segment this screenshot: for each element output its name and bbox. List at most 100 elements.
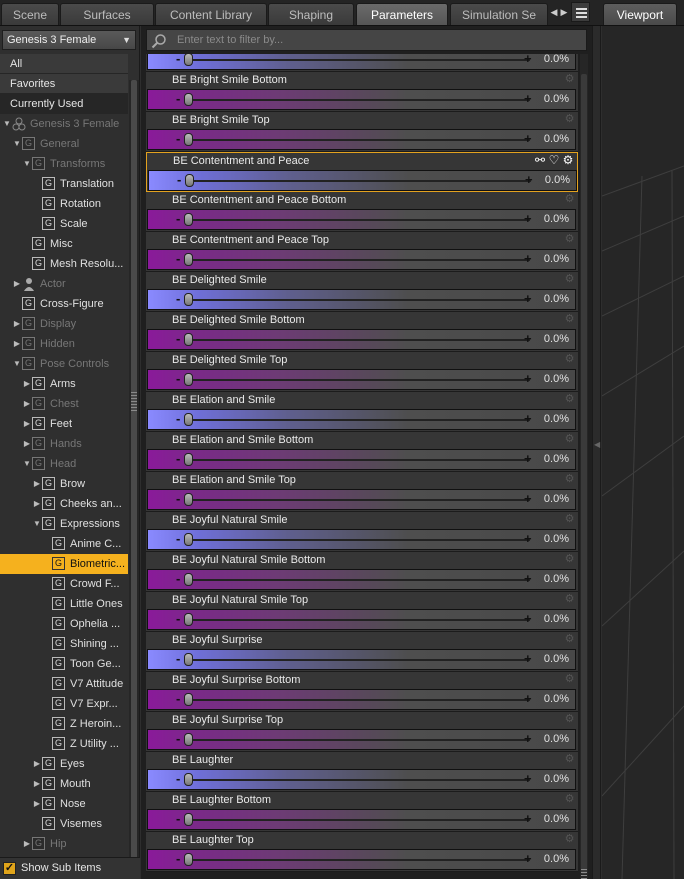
increment-button[interactable]: + [524,811,532,827]
tree-node-hip[interactable]: ▶ G Hip [0,834,128,854]
tree-node-biometric[interactable]: G Biometric... [0,554,128,574]
tab-simulation-settings[interactable]: Simulation Se [450,3,548,25]
decrement-button[interactable]: - [176,732,180,746]
parameter-row[interactable]: BE Laughter Top ⚙ - +0.0% [146,832,578,872]
collapse-arrow-icon[interactable]: ▶ [22,374,32,394]
value-slider[interactable]: - +0.0% [147,249,576,270]
expand-arrow-icon[interactable]: ▼ [12,354,22,374]
tree-node-v7-attitude[interactable]: G V7 Attitude [0,674,128,694]
tree-node-crowd[interactable]: G Crowd F... [0,574,128,594]
tree-node-actor[interactable]: ▶ Actor [0,274,128,294]
slider-handle[interactable] [184,253,193,266]
gear-icon[interactable]: ⚙ [564,474,575,485]
expand-arrow-icon[interactable]: ▼ [22,154,32,174]
value-slider[interactable]: - +0.0% [147,289,576,310]
gear-icon[interactable]: ⚙ [564,114,575,125]
tree-node-hidden[interactable]: ▶ G Hidden [0,334,128,354]
tree-node-v7-expressions[interactable]: G V7 Expr... [0,694,128,714]
decrement-button[interactable]: - [176,252,180,266]
tree-node-ophelia[interactable]: G Ophelia ... [0,614,128,634]
parameter-value[interactable]: 0.0% [544,213,569,225]
parameter-value[interactable]: 0.0% [544,533,569,545]
scrollbar-thumb[interactable] [581,74,587,874]
value-slider[interactable]: - +0.0% [147,329,576,350]
search-input[interactable] [177,32,577,48]
tree-node-nose[interactable]: ▶ G Nose [0,794,128,814]
parameter-value[interactable]: 0.0% [544,453,569,465]
value-slider[interactable]: - +0.0% [147,569,576,590]
increment-button[interactable]: + [524,331,532,347]
parameter-row[interactable]: BE Delighted Smile Bottom ⚙ - +0.0% [146,312,578,352]
increment-button[interactable]: + [524,731,532,747]
slider-handle[interactable] [184,54,193,66]
tree-node-transforms[interactable]: ▼ G Transforms [0,154,128,174]
slider-handle[interactable] [184,293,193,306]
parameter-value[interactable]: 0.0% [544,493,569,505]
value-slider[interactable]: - +0.0% [147,89,576,110]
tab-viewport[interactable]: Viewport [603,3,677,25]
tree-node-mesh-resolution[interactable]: G Mesh Resolu... [0,254,128,274]
gear-icon[interactable]: ⚙ [564,714,575,725]
increment-button[interactable]: + [524,851,532,867]
decrement-button[interactable]: - [176,652,180,666]
tab-content-library[interactable]: Content Library [155,3,267,25]
parameter-row[interactable]: BE Elation and Smile Top ⚙ - +0.0% [146,472,578,512]
slider-handle[interactable] [184,533,193,546]
tree-node-arms[interactable]: ▶ G Arms [0,374,128,394]
gear-icon[interactable]: ⚙ [561,154,575,167]
gear-icon[interactable]: ⚙ [564,634,575,645]
parameter-row[interactable]: BE Laughter Bottom ⚙ - +0.0% [146,792,578,832]
gear-icon[interactable]: ⚙ [564,594,575,605]
collapse-arrow-icon[interactable]: ▶ [32,774,42,794]
favorite-heart-icon[interactable]: ♡ [547,154,561,167]
value-slider[interactable]: - +0.0% [147,409,576,430]
collapse-arrow-icon[interactable]: ▶ [22,414,32,434]
tree-node-translation[interactable]: G Translation [0,174,128,194]
gear-icon[interactable]: ⚙ [564,434,575,445]
parameter-value[interactable]: 0.0% [545,174,570,186]
tree-node-visemes[interactable]: G Visemes [0,814,128,834]
collapse-arrow-icon[interactable]: ▶ [12,274,22,294]
tab-surfaces[interactable]: Surfaces [60,3,154,25]
gear-icon[interactable]: ⚙ [564,274,575,285]
tree-node-scale[interactable]: G Scale [0,214,128,234]
tree-node-misc[interactable]: G Misc [0,234,128,254]
tree-node-little-ones[interactable]: G Little Ones [0,594,128,614]
tree-node-mouth[interactable]: ▶ G Mouth [0,774,128,794]
parameter-value[interactable]: 0.0% [544,693,569,705]
parameter-value[interactable]: 0.0% [544,133,569,145]
slider-handle[interactable] [184,213,193,226]
figure-select[interactable]: Genesis 3 Female ▼ [2,30,136,50]
decrement-button[interactable]: - [176,492,180,506]
value-slider[interactable]: - +0.0% [147,609,576,630]
slider-handle[interactable] [184,613,193,626]
decrement-button[interactable]: - [176,452,180,466]
tree-node-general[interactable]: ▼ G General [0,134,128,154]
value-slider[interactable]: - +0.0% [147,209,576,230]
slider-handle[interactable] [185,174,194,187]
parameter-row[interactable]: BE Joyful Natural Smile Top ⚙ - +0.0% [146,592,578,632]
gear-icon[interactable]: ⚙ [564,674,575,685]
tree-node-feet[interactable]: ▶ G Feet [0,414,128,434]
checkbox-checked-icon[interactable]: ✓ [3,862,16,875]
tree-node-cross-figure[interactable]: G Cross-Figure [0,294,128,314]
slider-handle[interactable] [184,373,193,386]
collapse-arrow-icon[interactable]: ▶ [12,334,22,354]
decrement-button[interactable]: - [176,132,180,146]
expand-arrow-icon[interactable]: ▼ [12,134,22,154]
slider-handle[interactable] [184,813,193,826]
value-slider[interactable]: - + 0.0% [147,54,576,70]
gear-icon[interactable]: ⚙ [564,554,575,565]
link-icon[interactable]: ⚯ [533,154,547,167]
parameter-row[interactable]: BE Contentment and Peace ⚯ ♡ ⚙ - +0.0% [146,152,578,192]
increment-button[interactable]: + [524,571,532,587]
show-sub-items[interactable]: ✓ Show Sub Items [0,857,140,879]
value-slider[interactable]: - +0.0% [147,129,576,150]
slider-handle[interactable] [184,413,193,426]
parameter-value[interactable]: 0.0% [544,54,569,65]
parameter-value[interactable]: 0.0% [544,93,569,105]
tree-node-expressions[interactable]: ▼ G Expressions [0,514,128,534]
parameter-scrollbar[interactable] [580,54,588,879]
tree-node-chest[interactable]: ▶ G Chest [0,394,128,414]
parameter-value[interactable]: 0.0% [544,373,569,385]
